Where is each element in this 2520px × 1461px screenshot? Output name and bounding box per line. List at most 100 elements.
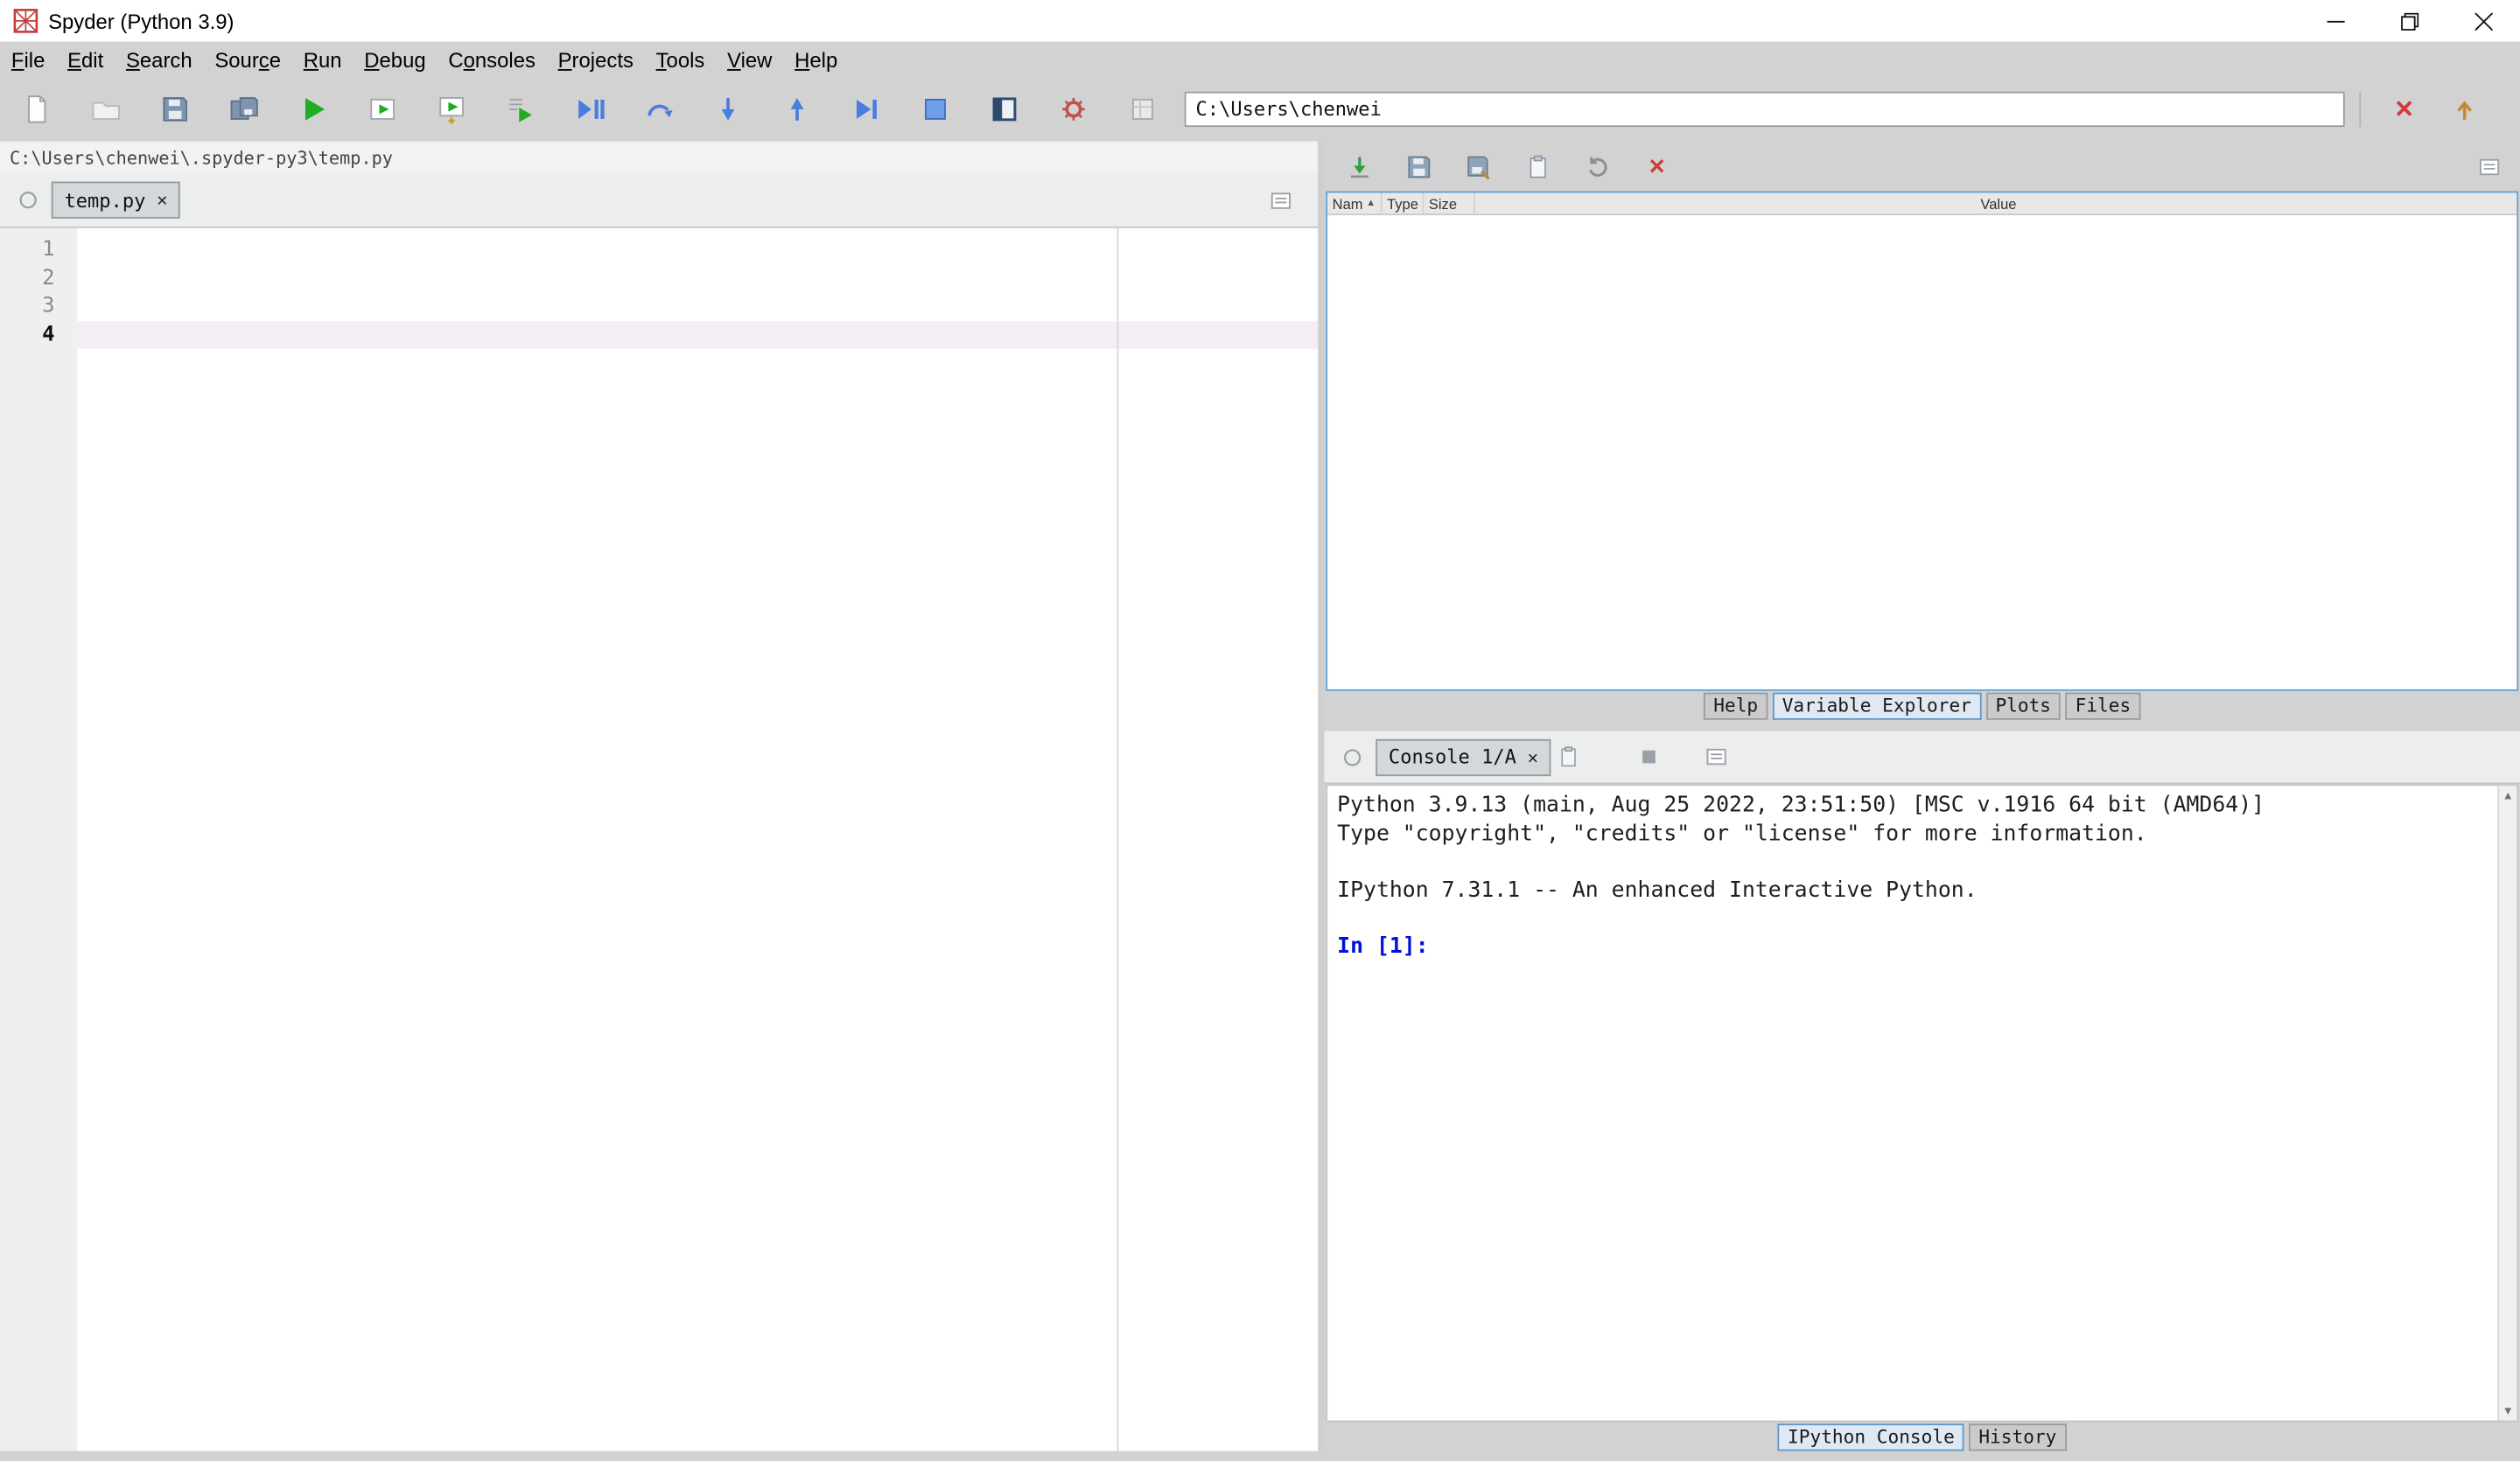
maximize-pane-button[interactable] (977, 82, 1032, 136)
run-selection-icon (509, 98, 532, 122)
menu-tools[interactable]: Tools (645, 45, 716, 75)
stop-debug-button[interactable] (908, 82, 962, 136)
refresh-variables-button[interactable] (1575, 145, 1620, 187)
environment-icon (1131, 98, 1153, 120)
environment-button[interactable] (1116, 82, 1170, 136)
save-file-button[interactable] (148, 82, 202, 136)
console-scrollbar[interactable]: ▲ ▼ (2497, 786, 2517, 1421)
scroll-up-icon[interactable]: ▲ (2504, 786, 2511, 805)
vertical-splitter[interactable] (1318, 141, 1325, 1451)
step-over-icon (648, 104, 673, 118)
variable-table-body[interactable] (1327, 215, 2517, 689)
tab-variable-explorer[interactable]: Variable Explorer (1772, 691, 1981, 719)
interrupt-kernel-button[interactable] (1631, 739, 1666, 774)
tab-close-icon[interactable]: ✕ (1528, 746, 1538, 767)
options-menu-icon (2480, 157, 2500, 175)
save-all-button[interactable] (217, 82, 271, 136)
new-file-button[interactable] (10, 82, 64, 136)
new-file-icon (28, 95, 46, 123)
column-header-value[interactable]: Value (1475, 192, 2516, 213)
menu-projects[interactable]: Projects (547, 45, 645, 75)
browse-tabs-button[interactable] (1334, 739, 1368, 774)
step-into-button[interactable] (701, 82, 755, 136)
tab-ipython-console[interactable]: IPython Console (1778, 1423, 1964, 1451)
menu-file[interactable]: File (0, 45, 56, 75)
editor-tab-temp-py[interactable]: temp.py ✕ (51, 181, 181, 219)
tab-history[interactable]: History (1969, 1423, 2067, 1451)
browse-directory-icon: ✕ (2394, 96, 2415, 124)
run-selection-button[interactable] (494, 82, 548, 136)
variable-explorer-options-button[interactable] (2472, 149, 2507, 184)
tab-files[interactable]: Files (2065, 691, 2141, 719)
spyder-logo-icon (13, 9, 38, 33)
options-menu-icon (1706, 748, 1726, 765)
interrupt-kernel-icon (1642, 750, 1656, 764)
sort-ascending-icon: ▲ (1366, 198, 1376, 208)
variable-explorer-pane: ✕ Nam ▲ Type Size Value Help Variable Ex… (1324, 141, 2520, 720)
step-out-icon (790, 98, 804, 121)
continue-execution-button[interactable] (839, 82, 893, 136)
console-line: Type "copyright", "credits" or "license"… (1337, 820, 2147, 847)
tab-close-icon[interactable]: ✕ (157, 190, 167, 211)
menu-edit[interactable]: Edit (56, 45, 115, 75)
menu-view[interactable]: View (716, 45, 783, 75)
remove-variable-button[interactable]: ✕ (1634, 145, 1679, 187)
menu-consoles[interactable]: Consoles (438, 45, 547, 75)
console-tab[interactable]: Console 1/A ✕ (1376, 737, 1551, 776)
import-data-icon (1350, 156, 1368, 178)
remove-variable-icon: ✕ (1648, 153, 1666, 178)
maximize-pane-icon (992, 97, 1017, 122)
step-out-button[interactable] (770, 82, 824, 136)
column-header-name[interactable]: Nam ▲ (1327, 192, 1382, 214)
menu-run[interactable]: Run (292, 45, 354, 75)
run-cell-advance-icon (439, 97, 464, 125)
menu-help[interactable]: Help (783, 45, 849, 75)
browse-directory-button[interactable]: ✕ (2382, 87, 2426, 131)
inspect-object-button[interactable] (1551, 739, 1586, 774)
console-prompt: In [1]: (1337, 933, 1429, 959)
working-directory-input[interactable] (1184, 91, 2345, 128)
console-tab-label: Console 1/A (1388, 745, 1516, 768)
run-cell-advance-button[interactable] (424, 82, 479, 136)
save-data-as-icon (1467, 155, 1490, 179)
close-button[interactable] (2446, 0, 2520, 42)
scroll-down-icon[interactable]: ▼ (2504, 1402, 2511, 1421)
import-data-button[interactable] (1337, 145, 1382, 187)
browse-tabs-icon (18, 192, 36, 209)
ipython-console-output[interactable]: Python 3.9.13 (main, Aug 25 2022, 23:51:… (1326, 784, 2519, 1423)
tab-help[interactable]: Help (1704, 691, 1768, 719)
paste-data-button[interactable] (1516, 145, 1560, 187)
column-size-label: Size (1428, 195, 1458, 212)
maximize-restore-button[interactable] (2372, 0, 2446, 42)
code-editor[interactable]: 1 2 3 4 (0, 227, 1319, 1451)
editor-options-button[interactable] (1264, 182, 1298, 217)
tab-plots[interactable]: Plots (1985, 691, 2062, 719)
console-tab-bar: Console 1/A ✕ (1324, 730, 2520, 785)
run-file-button[interactable] (286, 82, 340, 136)
variable-table[interactable]: Nam ▲ Type Size Value (1326, 191, 2519, 691)
menu-source[interactable]: Source (203, 45, 291, 75)
save-data-button[interactable] (1396, 145, 1441, 187)
menu-search[interactable]: Search (115, 45, 203, 75)
code-area[interactable] (77, 227, 1319, 1451)
save-data-icon (1408, 155, 1431, 178)
open-file-button[interactable] (79, 82, 133, 136)
line-number: 2 (42, 265, 55, 290)
preferences-button[interactable] (1046, 82, 1101, 136)
column-header-type[interactable]: Type (1382, 192, 1424, 214)
open-file-icon (92, 101, 120, 120)
debug-file-button[interactable] (563, 82, 617, 136)
column-header-size[interactable]: Size (1424, 192, 1476, 214)
step-over-button[interactable] (632, 82, 686, 136)
browse-tabs-button[interactable] (10, 182, 45, 217)
menu-debug[interactable]: Debug (353, 45, 437, 75)
horizontal-splitter[interactable] (1324, 719, 2520, 731)
parent-directory-button[interactable] (2441, 87, 2486, 131)
minimize-button[interactable] (2299, 0, 2372, 42)
console-options-button[interactable] (1699, 739, 1734, 774)
minimize-icon (2326, 19, 2344, 22)
save-data-as-button[interactable] (1456, 145, 1501, 187)
run-cell-button[interactable] (355, 82, 410, 136)
editor-tab-label: temp.py (64, 188, 146, 212)
